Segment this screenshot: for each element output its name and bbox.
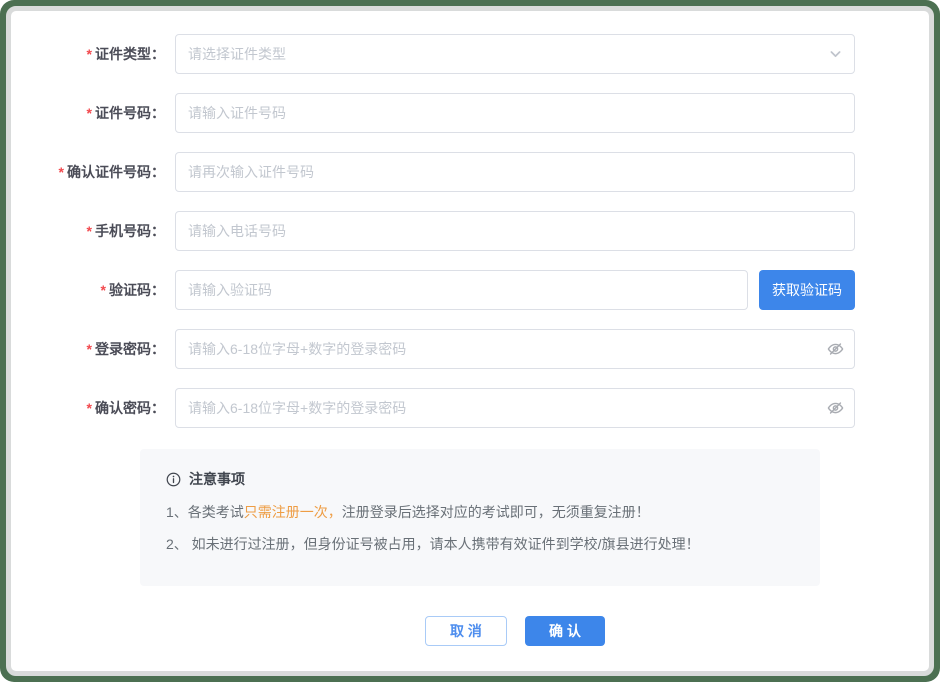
page-background: *证件类型： *证件号码： *确认证件号码： [0, 0, 940, 682]
form-row-phone: *手机号码： [11, 211, 929, 251]
phone-input-wrap [175, 211, 855, 251]
required-asterisk: * [87, 400, 92, 416]
get-captcha-button[interactable]: 获取验证码 [759, 270, 855, 310]
eye-off-icon[interactable] [827, 341, 844, 358]
confirm-id-number-input-wrap [175, 152, 855, 192]
captcha-input-wrap [175, 270, 748, 310]
confirm-password-input[interactable] [175, 388, 855, 428]
form-row-password: *登录密码： [11, 329, 929, 369]
form-row-captcha: *验证码： 获取验证码 [11, 270, 929, 310]
notice-line-1-suffix: 注册登录后选择对应的考试即可，无须重复注册！ [342, 504, 650, 520]
notice-title: 注意事项 [189, 469, 245, 489]
label-text: 验证码： [109, 282, 165, 298]
id-number-input[interactable] [175, 93, 855, 133]
notice-line-1-prefix: 1、各类考试 [166, 504, 244, 520]
cancel-button[interactable]: 取 消 [425, 616, 507, 646]
label-text: 确认证件号码： [67, 164, 165, 180]
notice-line-1-highlight: 只需注册一次， [244, 504, 342, 520]
password-input[interactable] [175, 329, 855, 369]
required-asterisk: * [87, 46, 92, 62]
confirm-password-input-wrap [175, 388, 855, 428]
registration-form: *证件类型： *证件号码： *确认证件号码： [11, 11, 929, 646]
notice-title-row: 注意事项 [166, 469, 796, 489]
form-row-id-number: *证件号码： [11, 93, 929, 133]
confirm-password-label: *确认密码： [11, 398, 175, 418]
phone-label: *手机号码： [11, 221, 175, 241]
notice-line-2: 2、 如未进行过注册，但身份证号被占用，请本人携带有效证件到学校/旗县进行处理！ [166, 528, 796, 560]
registration-form-card: *证件类型： *证件号码： *确认证件号码： [6, 6, 934, 676]
id-number-label: *证件号码： [11, 103, 175, 123]
notice-lines: 1、各类考试只需注册一次，注册登录后选择对应的考试即可，无须重复注册！ 2、 如… [166, 496, 796, 560]
password-label: *登录密码： [11, 339, 175, 359]
form-actions: 取 消 确 认 [175, 616, 855, 646]
required-asterisk: * [87, 341, 92, 357]
password-input-wrap [175, 329, 855, 369]
id-type-label: *证件类型： [11, 44, 175, 64]
id-type-select[interactable] [175, 34, 855, 74]
id-number-input-wrap [175, 93, 855, 133]
captcha-input[interactable] [175, 270, 748, 310]
form-row-confirm-password: *确认密码： [11, 388, 929, 428]
chevron-down-icon[interactable] [827, 46, 844, 63]
required-asterisk: * [87, 105, 92, 121]
notice-line-1: 1、各类考试只需注册一次，注册登录后选择对应的考试即可，无须重复注册！ [166, 496, 796, 528]
label-text: 证件号码： [95, 105, 165, 121]
required-asterisk: * [59, 164, 64, 180]
confirm-id-number-label: *确认证件号码： [11, 162, 175, 182]
form-row-confirm-id-number: *确认证件号码： [11, 152, 929, 192]
phone-input[interactable] [175, 211, 855, 251]
label-text: 登录密码： [95, 341, 165, 357]
eye-off-icon[interactable] [827, 400, 844, 417]
confirm-id-number-input[interactable] [175, 152, 855, 192]
confirm-button[interactable]: 确 认 [525, 616, 605, 646]
label-text: 手机号码： [95, 223, 165, 239]
id-type-select-input[interactable] [175, 34, 855, 74]
label-text: 证件类型： [95, 46, 165, 62]
captcha-label: *验证码： [11, 280, 175, 300]
label-text: 确认密码： [95, 400, 165, 416]
form-row-id-type: *证件类型： [11, 34, 929, 74]
required-asterisk: * [101, 282, 106, 298]
info-circle-icon [166, 472, 181, 487]
required-asterisk: * [87, 223, 92, 239]
notice-box: 注意事项 1、各类考试只需注册一次，注册登录后选择对应的考试即可，无须重复注册！… [140, 449, 820, 586]
